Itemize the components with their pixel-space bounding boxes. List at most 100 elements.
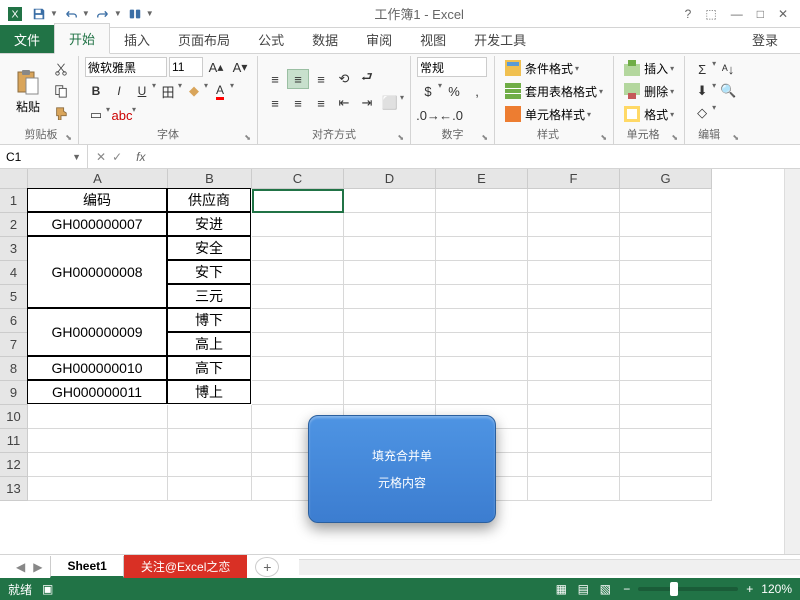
column-headers[interactable]: ABCDEFG: [28, 169, 712, 189]
cell-A11[interactable]: [28, 429, 168, 453]
select-all-corner[interactable]: [0, 169, 28, 189]
horizontal-scrollbar[interactable]: [299, 559, 800, 575]
cut-icon[interactable]: [50, 59, 72, 79]
tab-review[interactable]: 审阅: [352, 25, 406, 54]
cell-B7[interactable]: 高上: [167, 332, 251, 356]
row-header-10[interactable]: 10: [0, 405, 28, 429]
cell-F10[interactable]: [528, 405, 620, 429]
cell-F7[interactable]: [528, 333, 620, 357]
cell-F9[interactable]: [528, 381, 620, 405]
redo-icon[interactable]: [92, 3, 114, 25]
cell-G6[interactable]: [620, 309, 712, 333]
cell-C2[interactable]: [252, 213, 344, 237]
row-header-9[interactable]: 9: [0, 381, 28, 405]
cell-D3[interactable]: [344, 237, 436, 261]
row-header-8[interactable]: 8: [0, 357, 28, 381]
cell-G9[interactable]: [620, 381, 712, 405]
cell-B6[interactable]: 博下: [167, 308, 251, 332]
format-painter-icon[interactable]: [50, 103, 72, 123]
cell-D2[interactable]: [344, 213, 436, 237]
cell-E3[interactable]: [436, 237, 528, 261]
number-format-select[interactable]: [417, 57, 487, 77]
cell-B2[interactable]: 安进: [167, 212, 251, 236]
cell-B5[interactable]: 三元: [167, 284, 251, 308]
cell-F5[interactable]: [528, 285, 620, 309]
tab-file[interactable]: 文件: [0, 25, 54, 54]
format-cells-button[interactable]: 格式▾: [620, 104, 678, 125]
cell-D5[interactable]: [344, 285, 436, 309]
orientation-icon[interactable]: ⟲: [333, 69, 355, 89]
autosum-icon[interactable]: Σ: [691, 59, 713, 79]
vertical-scrollbar[interactable]: [784, 169, 800, 554]
cell-G1[interactable]: [620, 189, 712, 213]
enter-formula-icon[interactable]: ✓: [112, 150, 122, 164]
col-header-F[interactable]: F: [528, 169, 620, 189]
row-header-4[interactable]: 4: [0, 261, 28, 285]
zoom-slider[interactable]: [638, 587, 738, 591]
col-header-D[interactable]: D: [344, 169, 436, 189]
row-headers[interactable]: 12345678910111213: [0, 189, 28, 501]
cell-E2[interactable]: [436, 213, 528, 237]
cell-D7[interactable]: [344, 333, 436, 357]
cell-G3[interactable]: [620, 237, 712, 261]
indent-inc-icon[interactable]: ⇥: [356, 93, 378, 113]
cell-G11[interactable]: [620, 429, 712, 453]
undo-icon[interactable]: [60, 3, 82, 25]
find-icon[interactable]: 🔍: [717, 81, 739, 101]
delete-cells-button[interactable]: 删除▾: [620, 81, 678, 102]
col-header-B[interactable]: B: [168, 169, 252, 189]
tab-formula[interactable]: 公式: [244, 25, 298, 54]
align-middle-icon[interactable]: ≡: [287, 69, 309, 89]
copy-icon[interactable]: [50, 81, 72, 101]
page-break-icon[interactable]: ▧: [595, 581, 615, 597]
cell-B11[interactable]: [168, 429, 252, 453]
login-link[interactable]: 登录: [738, 25, 792, 54]
tab-home[interactable]: 开始: [54, 23, 110, 54]
col-header-E[interactable]: E: [436, 169, 528, 189]
sheet-nav[interactable]: ◀▶: [8, 560, 50, 574]
cell-A3[interactable]: GH000000008: [27, 236, 167, 308]
conditional-format-button[interactable]: 条件格式▾: [501, 58, 607, 79]
comma-icon[interactable]: ,: [466, 81, 488, 101]
cell-E6[interactable]: [436, 309, 528, 333]
align-top-icon[interactable]: ≡: [264, 69, 286, 89]
sort-filter-icon[interactable]: ᴬ↓: [717, 59, 739, 79]
font-size-select[interactable]: [169, 57, 203, 77]
touch-mode-icon[interactable]: [124, 3, 146, 25]
cell-A2[interactable]: GH000000007: [27, 212, 167, 236]
align-right-icon[interactable]: ≡: [310, 93, 332, 113]
phonetic-icon[interactable]: abc: [111, 105, 133, 125]
cell-F6[interactable]: [528, 309, 620, 333]
save-icon[interactable]: [28, 3, 50, 25]
cell-B9[interactable]: 博上: [167, 380, 251, 404]
maximize-icon[interactable]: □: [757, 7, 764, 21]
cell-F2[interactable]: [528, 213, 620, 237]
paste-button[interactable]: 粘贴: [10, 66, 46, 117]
cell-D1[interactable]: [344, 189, 436, 213]
fill-color-button[interactable]: ◆: [183, 81, 205, 101]
cell-F1[interactable]: [528, 189, 620, 213]
cell-F8[interactable]: [528, 357, 620, 381]
cell-F4[interactable]: [528, 261, 620, 285]
cell-E4[interactable]: [436, 261, 528, 285]
merge-icon[interactable]: ⬜: [379, 93, 401, 113]
ribbon-options-icon[interactable]: ⬚: [705, 7, 716, 21]
cell-F11[interactable]: [528, 429, 620, 453]
col-header-A[interactable]: A: [28, 169, 168, 189]
cell-E9[interactable]: [436, 381, 528, 405]
cell-G5[interactable]: [620, 285, 712, 309]
border-bottom-icon[interactable]: ▭: [85, 105, 107, 125]
cell-F13[interactable]: [528, 477, 620, 501]
row-header-5[interactable]: 5: [0, 285, 28, 309]
formula-input[interactable]: [151, 145, 800, 168]
row-header-13[interactable]: 13: [0, 477, 28, 501]
col-header-C[interactable]: C: [252, 169, 344, 189]
row-header-2[interactable]: 2: [0, 213, 28, 237]
decrease-font-icon[interactable]: A▾: [229, 57, 251, 77]
close-icon[interactable]: ✕: [778, 7, 788, 21]
cell-B13[interactable]: [168, 477, 252, 501]
cell-B4[interactable]: 安下: [167, 260, 251, 284]
tab-dev[interactable]: 开发工具: [460, 25, 540, 54]
cell-E7[interactable]: [436, 333, 528, 357]
cell-G7[interactable]: [620, 333, 712, 357]
